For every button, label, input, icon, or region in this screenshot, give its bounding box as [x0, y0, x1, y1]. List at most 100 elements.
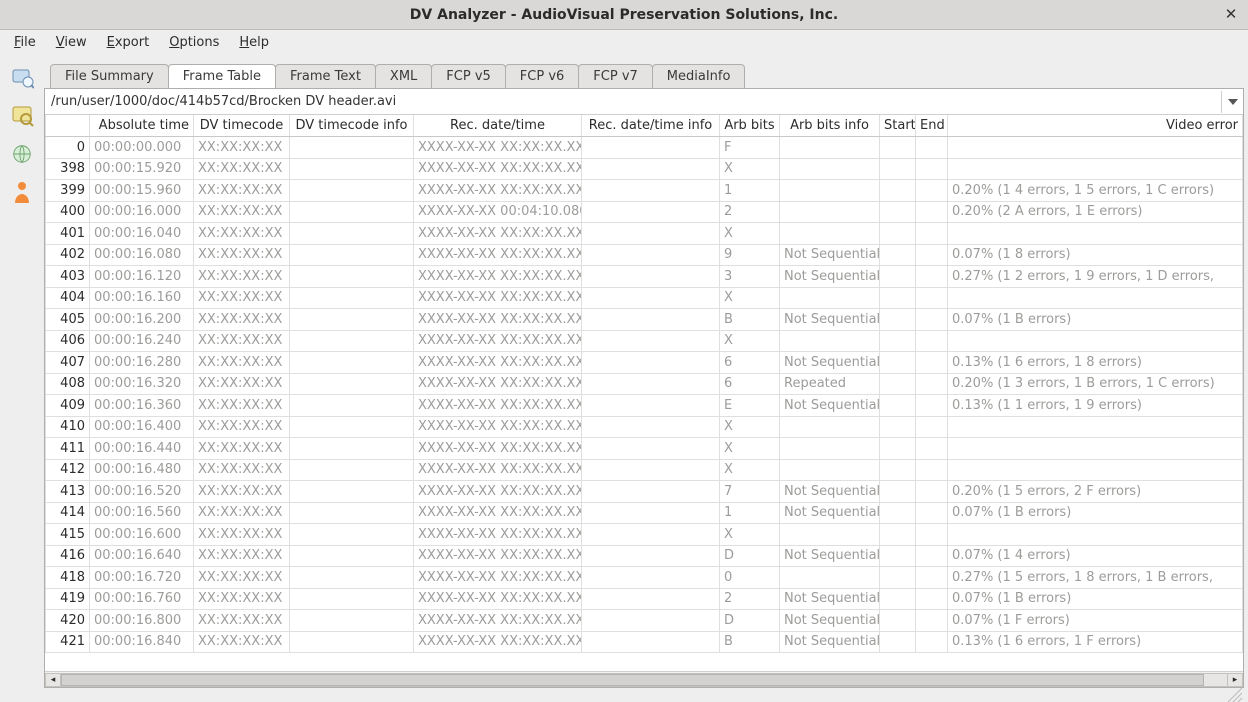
col-dv-timecode[interactable]: DV timecode: [194, 115, 290, 137]
path-dropdown-button[interactable]: [1221, 91, 1243, 113]
scroll-track[interactable]: [61, 673, 1227, 687]
cell-rd: XXXX-XX-XX XX:XX:XX.XXX: [414, 244, 582, 266]
cell-abi: Not Sequential: [780, 631, 880, 653]
table-row[interactable]: 40100:00:16.040XX:XX:XX:XXXXXX-XX-XX XX:…: [46, 223, 1243, 245]
frame-table-wrap[interactable]: Absolute timeDV timecodeDV timecode info…: [45, 115, 1243, 671]
col-arb-bits[interactable]: Arb bits: [720, 115, 780, 137]
cell-en: [916, 567, 948, 589]
tab-file-summary[interactable]: File Summary: [50, 64, 169, 88]
table-row[interactable]: 40400:00:16.160XX:XX:XX:XXXXXX-XX-XX XX:…: [46, 287, 1243, 309]
cell-ve: [948, 137, 1243, 159]
cell-en: [916, 266, 948, 288]
path-field[interactable]: [45, 92, 1221, 111]
cell-rdi: [582, 438, 720, 460]
cell-abs: 00:00:16.440: [90, 438, 194, 460]
cell-st: [880, 309, 916, 331]
table-row[interactable]: 41900:00:16.760XX:XX:XX:XXXXXX-XX-XX XX:…: [46, 588, 1243, 610]
cell-abi: [780, 330, 880, 352]
resize-grip[interactable]: [44, 688, 1244, 702]
close-button[interactable]: ✕: [1222, 5, 1240, 23]
cell-ve: [948, 416, 1243, 438]
cell-abs: 00:00:16.480: [90, 459, 194, 481]
col-end[interactable]: End: [916, 115, 948, 137]
col-absolute-time[interactable]: Absolute time: [90, 115, 194, 137]
table-row[interactable]: 40700:00:16.280XX:XX:XX:XXXXXX-XX-XX XX:…: [46, 352, 1243, 374]
cell-en: [916, 330, 948, 352]
table-row[interactable]: 41000:00:16.400XX:XX:XX:XXXXXX-XX-XX XX:…: [46, 416, 1243, 438]
tab-frame-table[interactable]: Frame Table: [168, 64, 276, 88]
cell-abi: Not Sequential: [780, 309, 880, 331]
cell-en: [916, 395, 948, 417]
person-icon[interactable]: [8, 178, 36, 206]
cell-rdi: [582, 309, 720, 331]
scroll-thumb[interactable]: [61, 674, 1204, 686]
table-row[interactable]: 40300:00:16.120XX:XX:XX:XXXXXX-XX-XX XX:…: [46, 266, 1243, 288]
table-row[interactable]: 41200:00:16.480XX:XX:XX:XXXXXX-XX-XX XX:…: [46, 459, 1243, 481]
table-row[interactable]: 41300:00:16.520XX:XX:XX:XXXXXX-XX-XX XX:…: [46, 481, 1243, 503]
table-row[interactable]: 41100:00:16.440XX:XX:XX:XXXXXX-XX-XX XX:…: [46, 438, 1243, 460]
table-row[interactable]: 39800:00:15.920XX:XX:XX:XXXXXX-XX-XX XX:…: [46, 158, 1243, 180]
table-row[interactable]: 40900:00:16.360XX:XX:XX:XXXXXX-XX-XX XX:…: [46, 395, 1243, 417]
cell-st: [880, 588, 916, 610]
cell-n: 404: [46, 287, 90, 309]
horizontal-scrollbar[interactable]: ◂ ▸: [45, 671, 1243, 687]
col-arb-bits-info[interactable]: Arb bits info: [780, 115, 880, 137]
table-row[interactable]: 41500:00:16.600XX:XX:XX:XXXXXX-XX-XX XX:…: [46, 524, 1243, 546]
tab-frame-text[interactable]: Frame Text: [275, 64, 376, 88]
table-row[interactable]: 41800:00:16.720XX:XX:XX:XXXXXX-XX-XX XX:…: [46, 567, 1243, 589]
cell-ab: 6: [720, 352, 780, 374]
col-rec-date-time-info[interactable]: Rec. date/time info: [582, 115, 720, 137]
table-row[interactable]: 39900:00:15.960XX:XX:XX:XXXXXX-XX-XX XX:…: [46, 180, 1243, 202]
cell-en: [916, 373, 948, 395]
cell-en: [916, 588, 948, 610]
table-row[interactable]: 40800:00:16.320XX:XX:XX:XXXXXX-XX-XX XX:…: [46, 373, 1243, 395]
table-row[interactable]: 42000:00:16.800XX:XX:XX:XXXXXX-XX-XX XX:…: [46, 610, 1243, 632]
cell-ve: 0.07% (1 4 errors): [948, 545, 1243, 567]
cell-n: 405: [46, 309, 90, 331]
scroll-right-button[interactable]: ▸: [1227, 673, 1243, 687]
tab-xml[interactable]: XML: [375, 64, 432, 88]
menu-view[interactable]: View: [48, 33, 95, 52]
menu-help[interactable]: Help: [231, 33, 277, 52]
table-row[interactable]: 42100:00:16.840XX:XX:XX:XXXXXX-XX-XX XX:…: [46, 631, 1243, 653]
cell-abi: [780, 158, 880, 180]
col-row[interactable]: [46, 115, 90, 137]
menu-options[interactable]: Options: [161, 33, 227, 52]
col-start[interactable]: Start: [880, 115, 916, 137]
menubar: File View Export Options Help: [0, 30, 1248, 56]
preview-icon[interactable]: [8, 64, 36, 92]
cell-n: 408: [46, 373, 90, 395]
col-rec-date-time[interactable]: Rec. date/time: [414, 115, 582, 137]
cell-ab: 1: [720, 502, 780, 524]
table-row[interactable]: 41600:00:16.640XX:XX:XX:XXXXXX-XX-XX XX:…: [46, 545, 1243, 567]
cell-ve: [948, 438, 1243, 460]
tab-fcp-v7[interactable]: FCP v7: [578, 64, 653, 88]
cell-abs: 00:00:16.800: [90, 610, 194, 632]
table-row[interactable]: 000:00:00.000XX:XX:XX:XXXXXX-XX-XX XX:XX…: [46, 137, 1243, 159]
tab-mediainfo[interactable]: MediaInfo: [652, 64, 746, 88]
table-row[interactable]: 40600:00:16.240XX:XX:XX:XXXXXX-XX-XX XX:…: [46, 330, 1243, 352]
table-row[interactable]: 40000:00:16.000XX:XX:XX:XXXXXX-XX-XX 00:…: [46, 201, 1243, 223]
tab-fcp-v6[interactable]: FCP v6: [505, 64, 580, 88]
scroll-left-button[interactable]: ◂: [45, 673, 61, 687]
cell-rd: XXXX-XX-XX XX:XX:XX.XXX: [414, 137, 582, 159]
cell-abi: [780, 137, 880, 159]
table-row[interactable]: 40200:00:16.080XX:XX:XX:XXXXXX-XX-XX XX:…: [46, 244, 1243, 266]
cell-st: [880, 352, 916, 374]
menu-export[interactable]: Export: [99, 33, 158, 52]
globe-icon[interactable]: [8, 140, 36, 168]
col-video-error[interactable]: Video error: [948, 115, 1243, 137]
cell-ab: X: [720, 524, 780, 546]
table-row[interactable]: 40500:00:16.200XX:XX:XX:XXXXXX-XX-XX XX:…: [46, 309, 1243, 331]
cell-st: [880, 373, 916, 395]
menu-file[interactable]: File: [6, 33, 44, 52]
tab-fcp-v5[interactable]: FCP v5: [431, 64, 506, 88]
cell-en: [916, 631, 948, 653]
col-dv-timecode-info[interactable]: DV timecode info: [290, 115, 414, 137]
cell-abs: 00:00:16.280: [90, 352, 194, 374]
cell-abs: 00:00:16.320: [90, 373, 194, 395]
cell-tci: [290, 158, 414, 180]
cell-st: [880, 502, 916, 524]
table-row[interactable]: 41400:00:16.560XX:XX:XX:XXXXXX-XX-XX XX:…: [46, 502, 1243, 524]
search-icon[interactable]: [8, 102, 36, 130]
